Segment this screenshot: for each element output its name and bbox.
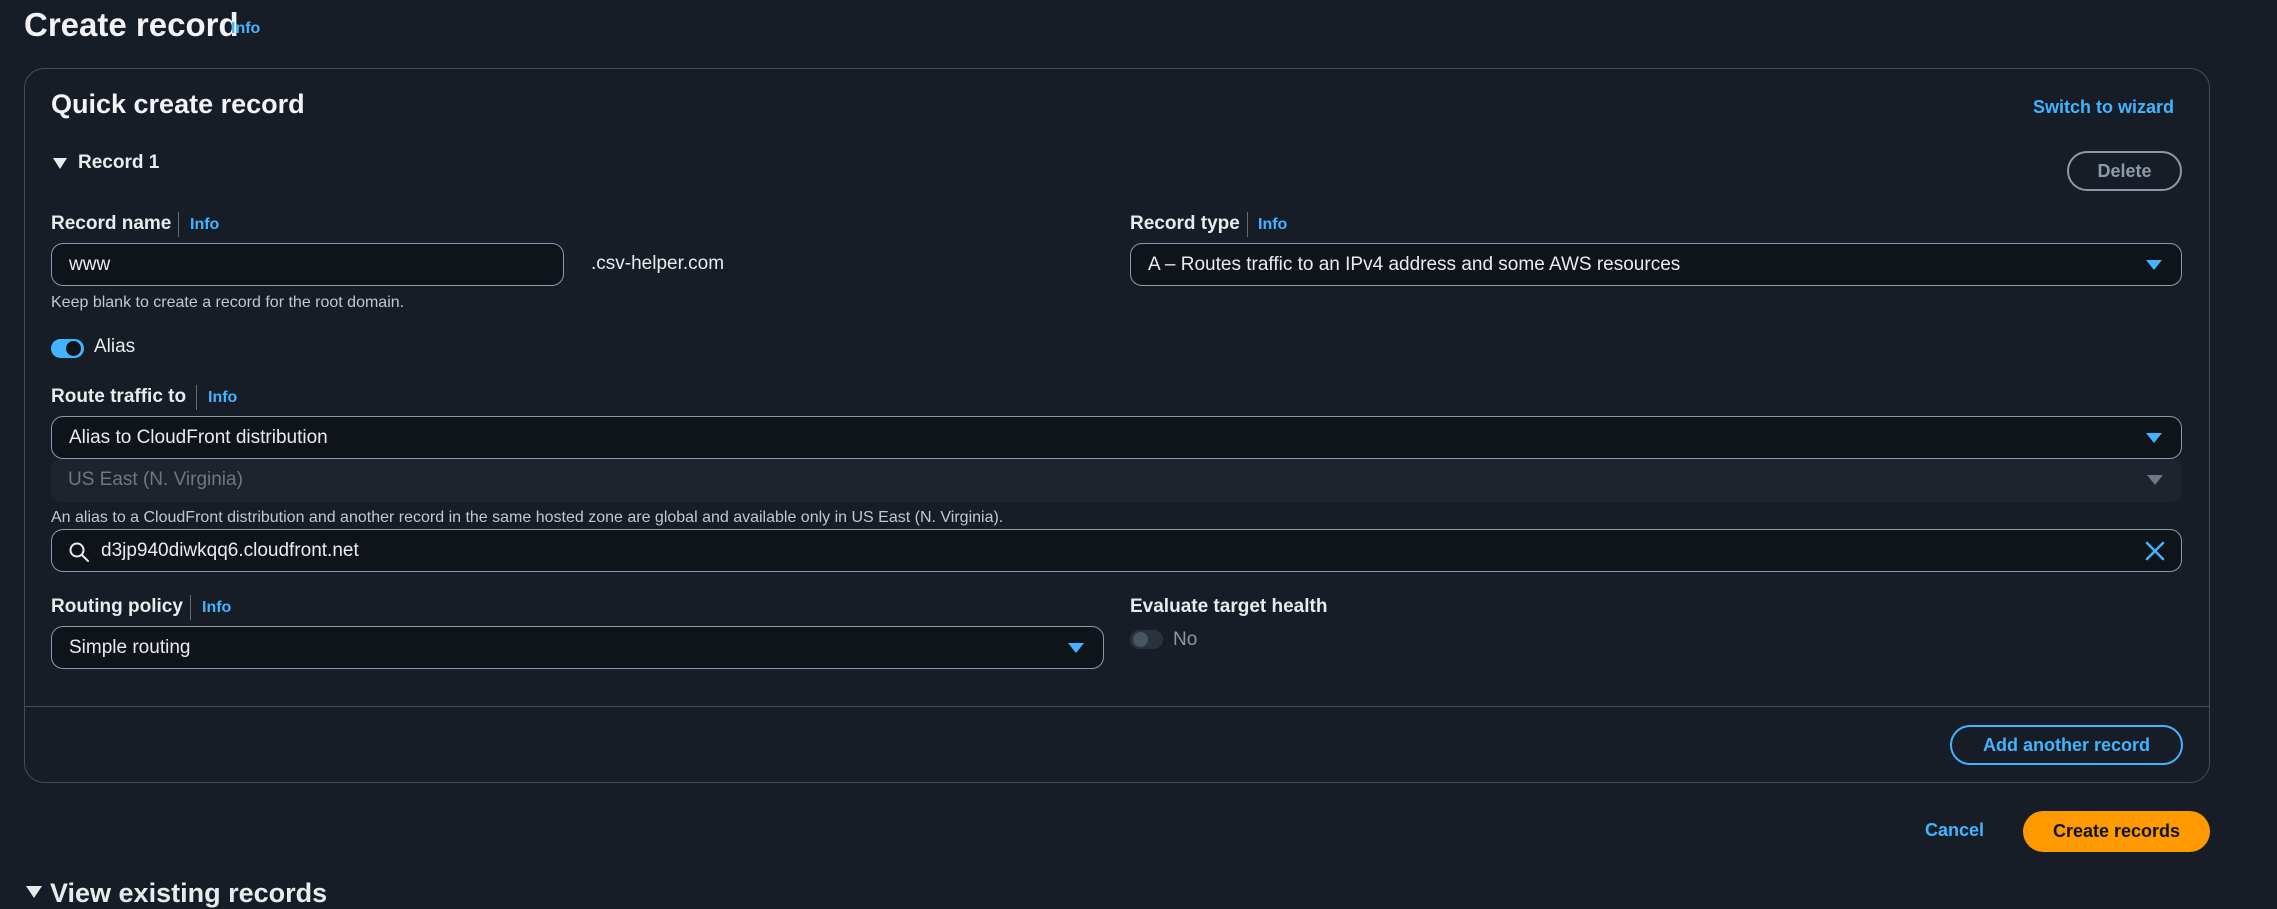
routing-policy-info-link[interactable]: Info [202, 599, 231, 617]
add-another-record-label: Add another record [1982, 735, 2151, 755]
evaluate-health-label: Evaluate target health [1130, 596, 1328, 617]
region-hint: An alias to a CloudFront distribution an… [51, 509, 1004, 526]
delete-button[interactable]: Delete [2067, 151, 2182, 191]
page-title: Create record [24, 6, 239, 43]
create-records-label: Create records [2052, 821, 2181, 841]
region-select: US East (N. Virginia) [51, 459, 2182, 502]
create-records-button[interactable]: Create records [2023, 811, 2210, 852]
chevron-down-icon [2146, 433, 2162, 443]
add-another-record-button[interactable]: Add another record [1950, 725, 2183, 765]
record-name-label: Record name [51, 213, 172, 234]
route-traffic-select[interactable]: Alias to CloudFront distribution [51, 416, 2182, 459]
close-icon[interactable] [2145, 541, 2165, 561]
routing-policy-label: Routing policy [51, 596, 183, 617]
record-type-info-link[interactable]: Info [1258, 216, 1287, 234]
delete-button-label: Delete [2097, 161, 2152, 181]
page-info-link[interactable]: Info [231, 20, 260, 38]
chevron-down-icon [2146, 260, 2162, 270]
existing-records-label: View existing records [50, 878, 328, 908]
chevron-down-icon [1068, 643, 1084, 653]
alias-label: Alias [94, 336, 136, 357]
route-traffic-info-link[interactable]: Info [208, 389, 237, 407]
cancel-button[interactable]: Cancel [1925, 820, 1984, 841]
distribution-search-value: d3jp940diwkqq6.cloudfront.net [101, 540, 359, 561]
toggle-knob [66, 341, 81, 356]
record-name-input[interactable]: www [51, 243, 564, 286]
route-traffic-label: Route traffic to [51, 386, 187, 407]
switch-to-wizard-link[interactable]: Switch to wizard [2033, 97, 2174, 118]
distribution-search-input[interactable]: d3jp940diwkqq6.cloudfront.net [51, 529, 2182, 572]
record-type-select[interactable]: A – Routes traffic to an IPv4 address an… [1130, 243, 2182, 286]
evaluate-health-toggle[interactable] [1130, 630, 1163, 649]
route-traffic-value: Alias to CloudFront distribution [69, 427, 328, 448]
domain-suffix: .csv-helper.com [591, 253, 725, 274]
routing-policy-select[interactable]: Simple routing [51, 626, 1104, 669]
panel-footer-divider [25, 706, 2209, 707]
routing-policy-value: Simple routing [69, 637, 191, 658]
panel-title: Quick create record [51, 89, 305, 119]
evaluate-health-value: No [1173, 629, 1198, 650]
region-value: US East (N. Virginia) [68, 469, 243, 490]
caret-down-icon [26, 886, 42, 898]
search-icon [69, 542, 89, 562]
caret-down-icon [53, 158, 67, 169]
toggle-knob [1133, 632, 1148, 647]
alias-toggle[interactable] [51, 339, 84, 358]
record-name-hint: Keep blank to create a record for the ro… [51, 294, 405, 311]
record-name-info-link[interactable]: Info [190, 216, 219, 234]
record-type-label: Record type [1130, 213, 1240, 234]
record-expander-label: Record 1 [78, 152, 160, 173]
chevron-down-icon [2147, 475, 2163, 485]
record-type-value: A – Routes traffic to an IPv4 address an… [1148, 254, 1681, 275]
record-name-value: www [69, 254, 111, 275]
